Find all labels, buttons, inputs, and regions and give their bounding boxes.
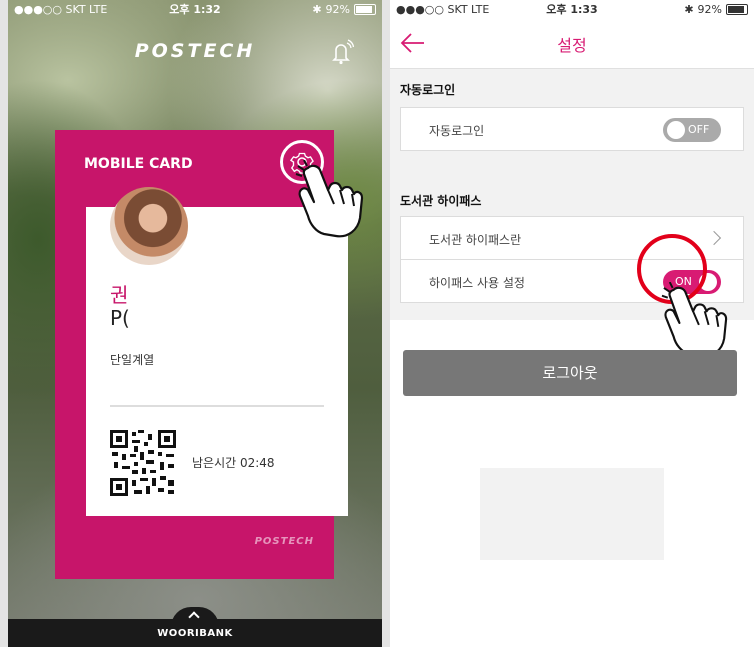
card-title: MOBILE CARD bbox=[84, 156, 193, 172]
toggle-state: OFF bbox=[688, 123, 710, 136]
left-phone-screen: ●●●○○ SKT LTE 오후 1:32 ✱ 92% POSTECH MOBI… bbox=[8, 0, 382, 647]
status-bar: ●●●○○ SKT LTE 오후 1:32 ✱ 92% bbox=[8, 0, 382, 18]
bank-label: WOORIBANK bbox=[157, 628, 233, 639]
row-auto-login[interactable]: 자동로그인 OFF bbox=[400, 107, 744, 151]
bluetooth-icon: ✱ bbox=[312, 2, 322, 16]
card-footer-logo: POSTECH bbox=[254, 536, 314, 547]
empty-placeholder bbox=[480, 468, 664, 560]
battery-percent: 92% bbox=[697, 2, 722, 16]
bell-icon[interactable] bbox=[328, 38, 354, 66]
carrier-label: ●●●○○ SKT LTE bbox=[396, 2, 490, 16]
section-auto-login: 자동로그인 자동로그인 OFF bbox=[390, 69, 754, 182]
row-label: 자동로그인 bbox=[429, 124, 485, 138]
status-time: 오후 1:32 bbox=[169, 3, 221, 16]
department: 단일계열 bbox=[110, 353, 155, 367]
chevron-right-icon bbox=[706, 230, 722, 246]
avatar bbox=[110, 187, 188, 265]
logout-button[interactable]: 로그아웃 bbox=[403, 350, 737, 396]
page-title: 설정 bbox=[557, 36, 587, 55]
battery-icon bbox=[354, 3, 376, 15]
right-phone-screen: ●●●○○ SKT LTE 오후 1:33 ✱ 92% 설정 자동로그인 자동로… bbox=[390, 0, 754, 647]
mobile-card: MOBILE CARD 권 P( 단일계열 남은시간 02:48 POSTECH bbox=[55, 130, 348, 579]
bluetooth-icon: ✱ bbox=[684, 2, 694, 16]
status-right: ✱ 92% bbox=[628, 3, 748, 16]
tap-hand-icon bbox=[295, 160, 364, 238]
battery-percent: 92% bbox=[325, 2, 350, 16]
app-logo: POSTECH bbox=[134, 40, 256, 62]
name-korean: 권 bbox=[110, 283, 129, 307]
row-label: 도서관 하이패스란 bbox=[429, 233, 522, 247]
bank-bar[interactable]: WOORIBANK bbox=[8, 619, 382, 647]
tap-hand-icon bbox=[661, 282, 728, 358]
header-bar: 설정 bbox=[390, 18, 754, 69]
row-label: 하이패스 사용 설정 bbox=[429, 276, 525, 290]
divider bbox=[110, 405, 324, 407]
section-label: 자동로그인 bbox=[400, 83, 456, 97]
section-label: 도서관 하이패스 bbox=[400, 194, 482, 208]
qr-code-icon bbox=[110, 430, 176, 496]
auto-login-toggle[interactable]: OFF bbox=[663, 118, 721, 142]
status-time: 오후 1:33 bbox=[546, 3, 598, 16]
card-info-panel: 권 P( 단일계열 남은시간 02:48 bbox=[86, 187, 348, 516]
remaining-time: 남은시간 02:48 bbox=[192, 456, 275, 470]
status-bar: ●●●○○ SKT LTE 오후 1:33 ✱ 92% bbox=[390, 0, 754, 18]
battery-icon bbox=[726, 3, 748, 15]
name-english: P( bbox=[110, 306, 130, 330]
status-right: ✱ 92% bbox=[256, 3, 376, 16]
carrier-label: ●●●○○ SKT LTE bbox=[14, 2, 108, 16]
toggle-knob bbox=[667, 121, 685, 139]
